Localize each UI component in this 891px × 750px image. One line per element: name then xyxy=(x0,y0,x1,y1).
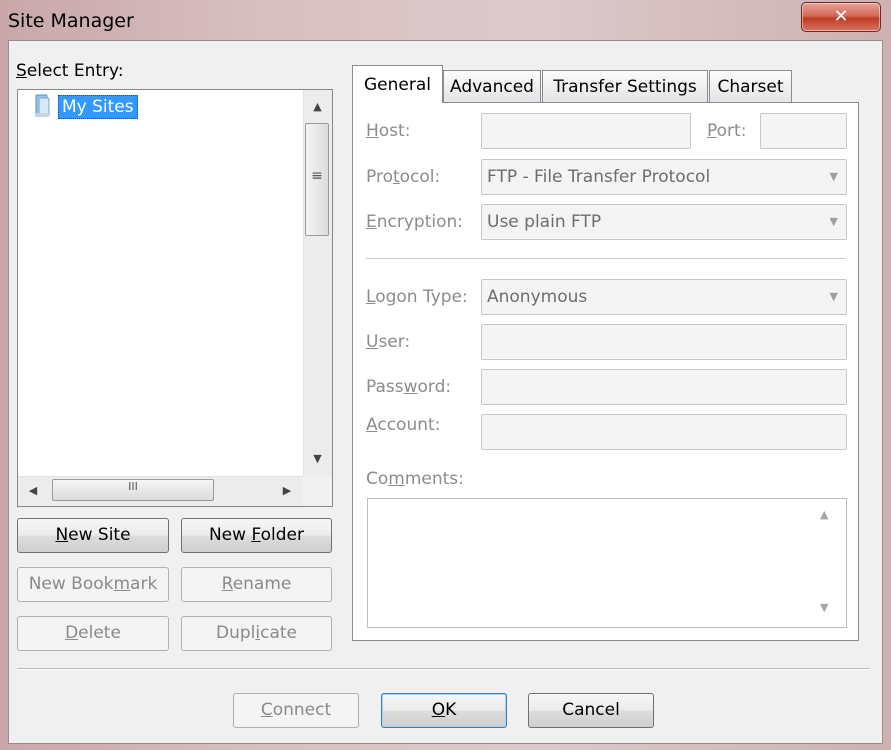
comments-label-a: Co xyxy=(366,469,389,489)
scrollbar-corner xyxy=(303,476,332,506)
connect-button[interactable]: Connect xyxy=(233,693,359,728)
chevron-down-icon: ▼ xyxy=(829,215,838,228)
mnemonic: L xyxy=(366,287,376,307)
scroll-down-arrow-icon[interactable]: ▼ xyxy=(820,601,828,614)
protocol-label: Protocol: xyxy=(366,167,440,187)
password-label-a: Pass xyxy=(366,377,404,397)
mnemonic: m xyxy=(388,469,405,489)
duplicate-label-b: cate xyxy=(260,623,297,643)
chevron-down-icon: ▼ xyxy=(829,290,838,303)
footer-divider xyxy=(17,668,869,670)
new-folder-label-a: New xyxy=(208,525,252,545)
account-label-rest: ccount: xyxy=(377,415,441,435)
tab-charset[interactable]: Charset xyxy=(709,70,792,102)
protocol-value: FTP - File Transfer Protocol xyxy=(487,167,711,187)
cancel-button[interactable]: Cancel xyxy=(528,693,654,728)
new-site-label-rest: ew Site xyxy=(68,525,131,545)
duplicate-label-a: Dupl xyxy=(215,623,256,643)
ok-label-rest: K xyxy=(445,700,457,720)
new-folder-button[interactable]: New Folder xyxy=(181,518,332,553)
window-title: Site Manager xyxy=(8,10,134,32)
mnemonic: H xyxy=(366,121,379,141)
encryption-label: Encryption: xyxy=(366,212,463,232)
delete-button[interactable]: Delete xyxy=(17,616,169,651)
scroll-up-arrow-icon[interactable]: ▲ xyxy=(820,508,828,521)
new-folder-label-b: older xyxy=(260,525,305,545)
mnemonic: w xyxy=(403,377,418,397)
close-button[interactable]: ✕ xyxy=(801,2,881,32)
comments-label-b: ments: xyxy=(404,469,464,489)
tree-item-my-sites[interactable]: My Sites xyxy=(58,95,138,119)
scroll-grip-icon: ≡ xyxy=(311,168,323,184)
password-label-b: ord: xyxy=(417,377,452,397)
logon-type-value: Anonymous xyxy=(487,287,588,307)
mnemonic: R xyxy=(221,574,233,594)
scroll-right-arrow-icon[interactable]: ▶ xyxy=(277,484,297,497)
chevron-down-icon: ▼ xyxy=(829,170,838,183)
mnemonic: O xyxy=(431,700,446,720)
ok-button[interactable]: OK xyxy=(381,693,507,728)
port-input[interactable] xyxy=(760,113,847,149)
scroll-up-arrow-icon[interactable]: ▲ xyxy=(303,100,332,113)
mnemonic: m xyxy=(113,574,131,594)
protocol-select[interactable]: FTP - File Transfer Protocol ▼ xyxy=(481,159,847,195)
site-tree[interactable] xyxy=(17,89,333,507)
tab-general[interactable]: General xyxy=(352,65,443,103)
logon-type-label: Logon Type: xyxy=(366,287,468,307)
scroll-left-arrow-icon[interactable]: ◀ xyxy=(22,484,44,497)
new-site-button[interactable]: New Site xyxy=(17,518,169,553)
select-entry-label: Select Entry: xyxy=(16,61,124,81)
account-label: Account: xyxy=(366,415,440,435)
title-bar: Site Manager ✕ xyxy=(0,0,891,40)
mnemonic: C xyxy=(260,700,273,720)
protocol-label-a: Pro xyxy=(366,167,393,187)
mnemonic: P xyxy=(707,121,717,141)
mnemonic: E xyxy=(366,212,377,232)
user-label: User: xyxy=(366,332,410,352)
tab-advanced[interactable]: Advanced xyxy=(443,70,541,102)
encryption-select[interactable]: Use plain FTP ▼ xyxy=(481,204,847,240)
mnemonic: t xyxy=(392,167,400,187)
rename-button[interactable]: Rename xyxy=(181,567,332,602)
password-input[interactable] xyxy=(481,369,847,405)
port-label-rest: ort: xyxy=(716,121,747,141)
rename-label-rest: ename xyxy=(232,574,292,594)
port-label: Port: xyxy=(707,121,746,141)
scroll-grip-icon: III xyxy=(128,480,138,493)
protocol-label-b: ocol: xyxy=(399,167,441,187)
mnemonic: F xyxy=(251,525,261,545)
folder-icon xyxy=(35,94,50,117)
encryption-value: Use plain FTP xyxy=(487,212,602,232)
new-bookmark-label-b: ark xyxy=(130,574,158,594)
mnemonic: D xyxy=(65,623,79,643)
mnemonic: A xyxy=(366,415,378,435)
select-entry-rest: elect Entry: xyxy=(26,61,124,81)
comments-label: Comments: xyxy=(366,469,464,489)
host-label-rest: ost: xyxy=(378,121,411,141)
account-input[interactable] xyxy=(481,414,847,450)
mnemonic: U xyxy=(366,332,379,352)
user-input[interactable] xyxy=(481,324,847,360)
encryption-label-rest: ncryption: xyxy=(376,212,464,232)
user-label-rest: ser: xyxy=(378,332,411,352)
password-label: Password: xyxy=(366,377,451,397)
new-bookmark-label-a: New Book xyxy=(28,574,114,594)
logon-type-label-rest: ogon Type: xyxy=(375,287,468,307)
mnemonic: N xyxy=(55,525,69,545)
new-bookmark-button[interactable]: New Bookmark xyxy=(17,567,169,602)
connect-label-rest: onnect xyxy=(272,700,332,720)
duplicate-button[interactable]: Duplicate xyxy=(181,616,332,651)
host-label: Host: xyxy=(366,121,410,141)
host-input[interactable] xyxy=(481,113,691,149)
scroll-down-arrow-icon[interactable]: ▼ xyxy=(303,452,332,465)
delete-label-rest: elete xyxy=(78,623,121,643)
comments-textarea[interactable] xyxy=(367,498,847,628)
tab-transfer-settings[interactable]: Transfer Settings xyxy=(542,70,708,102)
close-icon: ✕ xyxy=(833,6,849,27)
select-entry-mnemonic: S xyxy=(16,61,27,81)
logon-type-select[interactable]: Anonymous ▼ xyxy=(481,279,847,315)
section-divider xyxy=(366,258,846,260)
